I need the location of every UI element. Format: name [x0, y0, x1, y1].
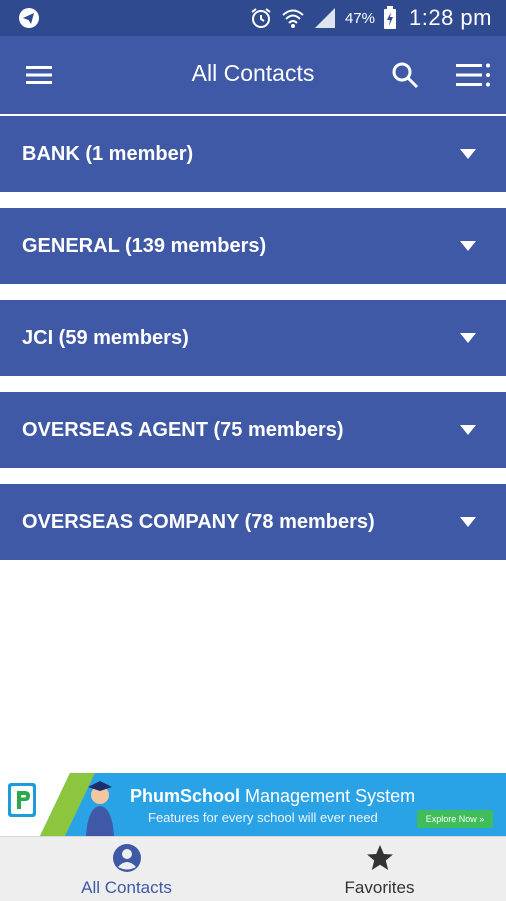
group-jci[interactable]: JCI (59 members): [0, 300, 506, 376]
chevron-down-icon: [460, 517, 476, 527]
group-overseas-agent[interactable]: OVERSEAS AGENT (75 members): [0, 392, 506, 468]
ad-banner[interactable]: PhumSchool Management System Features fo…: [0, 773, 506, 836]
clock: 1:28 pm: [409, 5, 492, 30]
page-title: All Contacts: [191, 60, 315, 86]
tab-favorites[interactable]: Favorites: [253, 837, 506, 901]
app-bar: All Contacts: [0, 36, 506, 114]
search-icon[interactable]: [390, 60, 420, 90]
group-general[interactable]: GENERAL (139 members): [0, 208, 506, 284]
banner-tagline: Features for every school will ever need: [148, 810, 378, 825]
chevron-down-icon: [460, 425, 476, 435]
group-label: GENERAL (139 members): [22, 235, 267, 257]
group-label: BANK (1 member): [22, 143, 194, 165]
group-bank[interactable]: BANK (1 member): [0, 116, 506, 192]
alarm-icon: [251, 8, 271, 28]
explore-now-button[interactable]: Explore Now »: [417, 810, 493, 828]
bottom-nav: All Contacts Favorites: [0, 836, 506, 901]
phumschool-logo: [8, 783, 36, 817]
wifi-icon: [282, 9, 304, 28]
tab-all-contacts[interactable]: All Contacts: [0, 837, 253, 901]
group-overseas-company[interactable]: OVERSEAS COMPANY (78 members): [0, 484, 506, 560]
tab-label: Favorites: [344, 878, 415, 897]
list-menu-icon[interactable]: [454, 60, 492, 90]
banner-title: PhumSchool Management System: [130, 786, 416, 806]
status-bar: 47% 1:28 pm: [0, 0, 506, 36]
chevron-down-icon: [460, 149, 476, 159]
battery-charging-icon: [384, 6, 396, 29]
chevron-down-icon: [460, 333, 476, 343]
star-icon: [367, 845, 393, 870]
group-label: JCI (59 members): [22, 327, 189, 349]
signal-icon: [314, 8, 335, 28]
telegram-icon: [19, 8, 39, 28]
battery-percent: 47%: [344, 9, 375, 27]
tab-label: All Contacts: [81, 878, 172, 897]
group-label: OVERSEAS COMPANY (78 members): [22, 511, 375, 533]
chevron-down-icon: [460, 241, 476, 251]
person-circle-icon: [113, 844, 141, 872]
group-label: OVERSEAS AGENT (75 members): [22, 419, 344, 441]
